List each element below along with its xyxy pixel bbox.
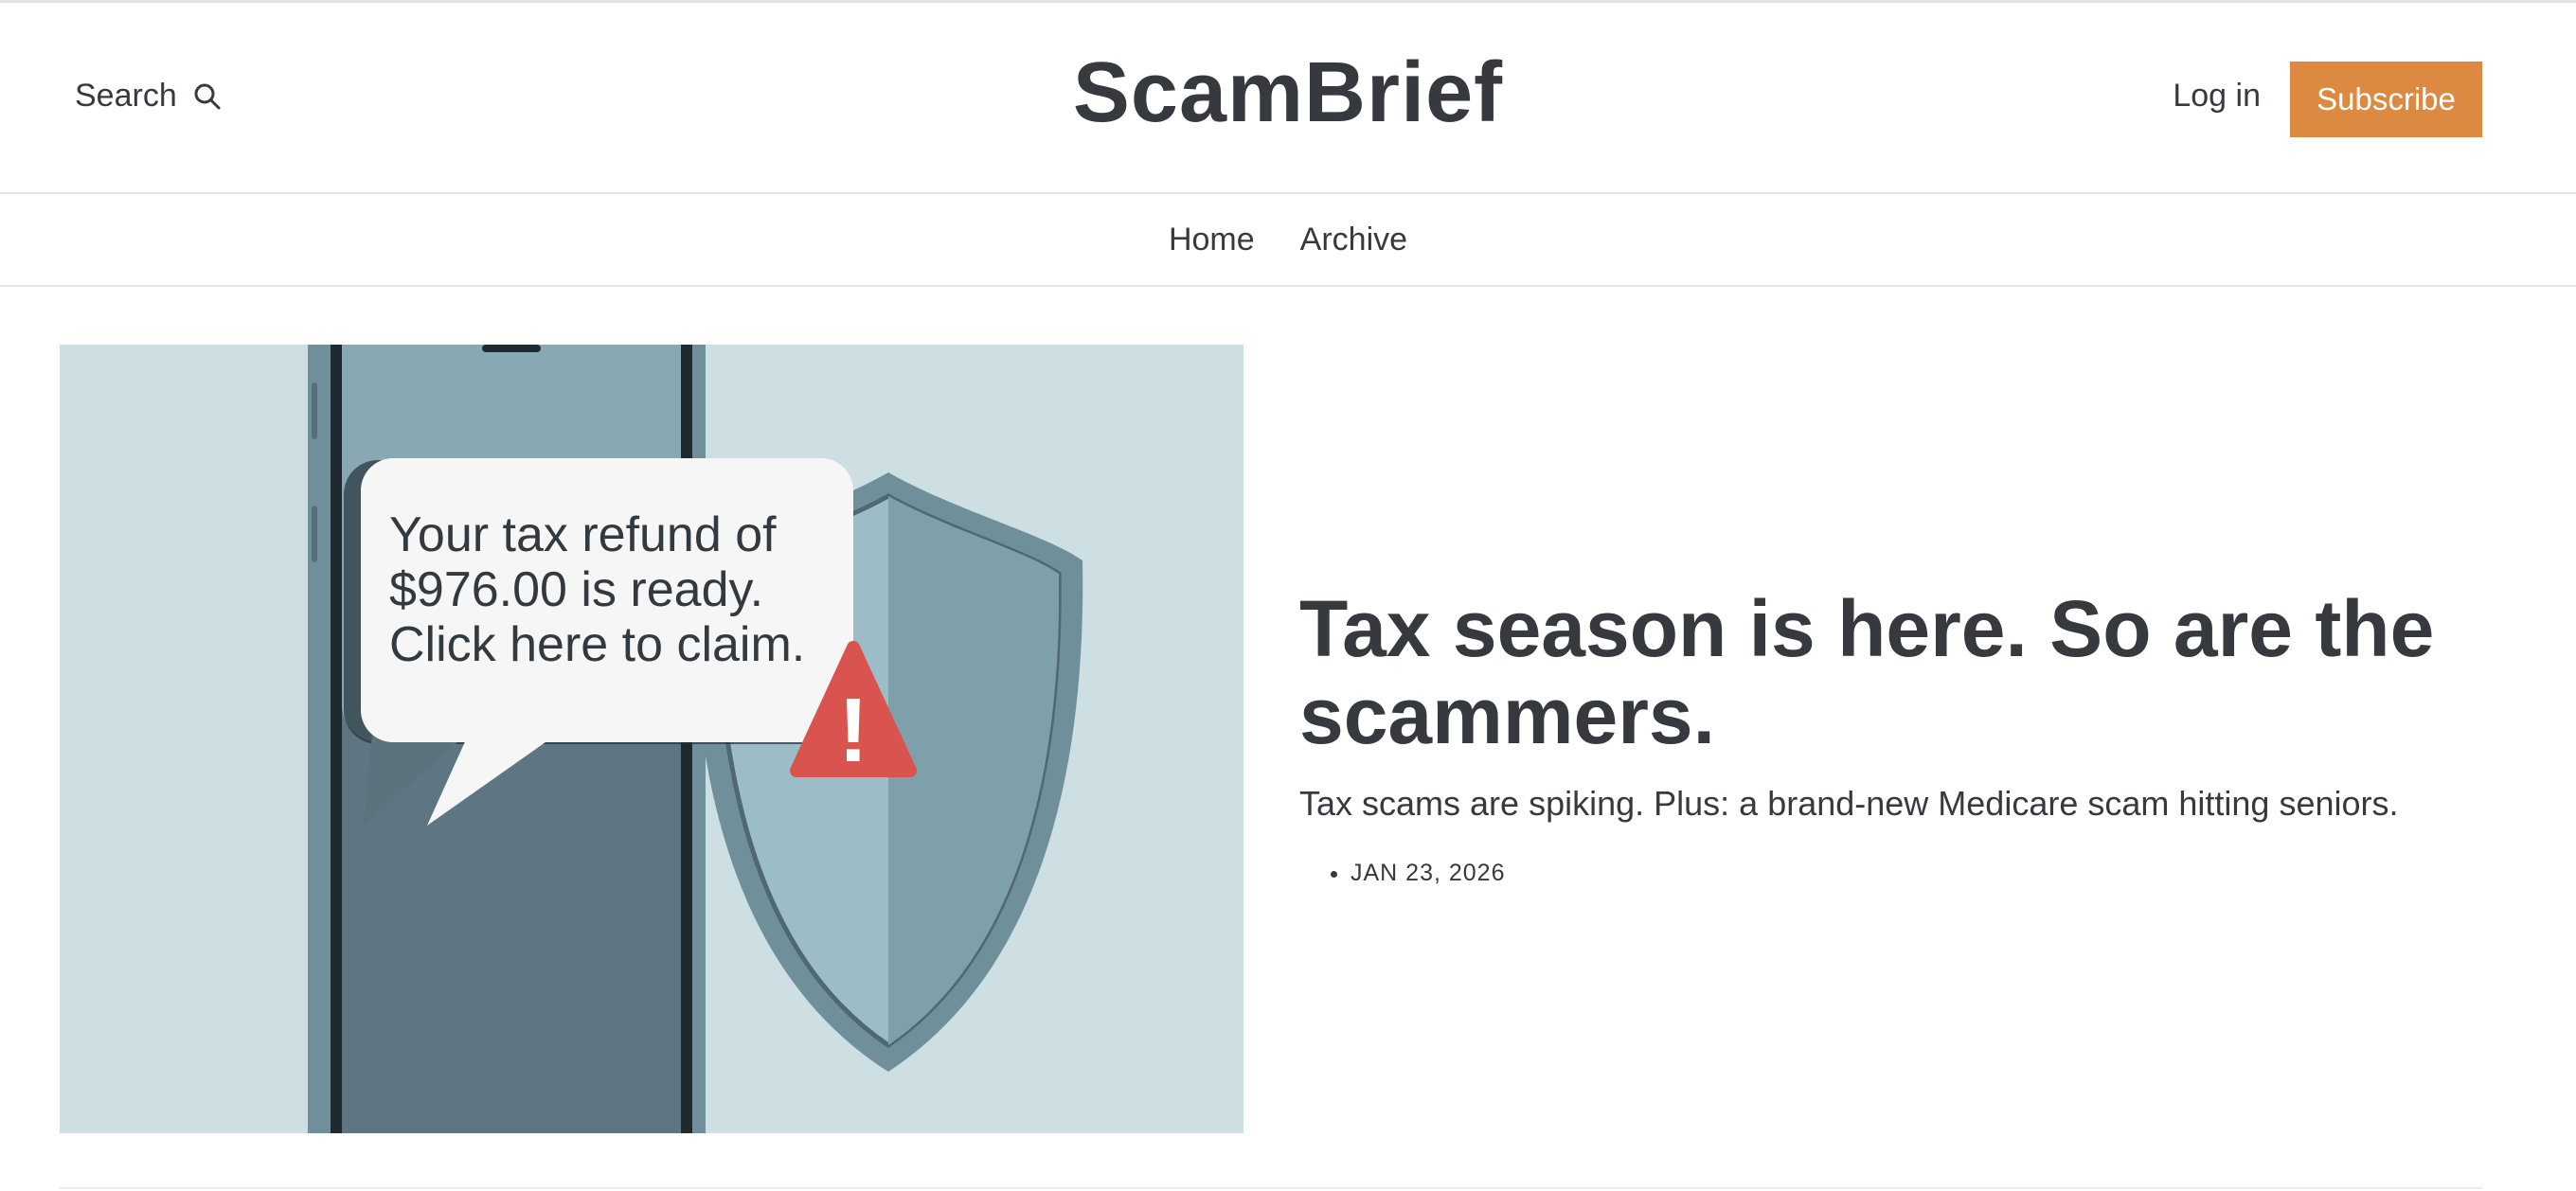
main-nav: Home Archive <box>0 194 2576 287</box>
bubble-line-1: Your tax refund of <box>389 507 777 562</box>
post-title[interactable]: Tax season is here. So are the scammers. <box>1299 585 2531 759</box>
post-subtitle: Tax scams are spiking. Plus: a brand-new… <box>1299 784 2399 823</box>
bubble-line-3: Click here to claim. <box>389 617 805 672</box>
nav-archive[interactable]: Archive <box>1300 222 1407 258</box>
login-link[interactable]: Log in <box>2173 78 2261 115</box>
bubble-line-2: $976.00 is ready. <box>389 562 763 617</box>
site-header: Search ScamBrief Log in Subscribe <box>0 3 2576 194</box>
post-meta: JAN 23, 2026 <box>1299 860 2531 887</box>
content-divider <box>60 1187 2482 1189</box>
subscribe-button[interactable]: Subscribe <box>2290 62 2482 137</box>
nav-home[interactable]: Home <box>1169 222 1255 258</box>
hero-text: Tax season is here. So are the scammers.… <box>1299 585 2531 887</box>
warning-mark: ! <box>838 680 868 781</box>
hero-image[interactable]: Your tax refund of $976.00 is ready. Cli… <box>60 345 1243 1133</box>
post-date: JAN 23, 2026 <box>1351 860 2531 887</box>
